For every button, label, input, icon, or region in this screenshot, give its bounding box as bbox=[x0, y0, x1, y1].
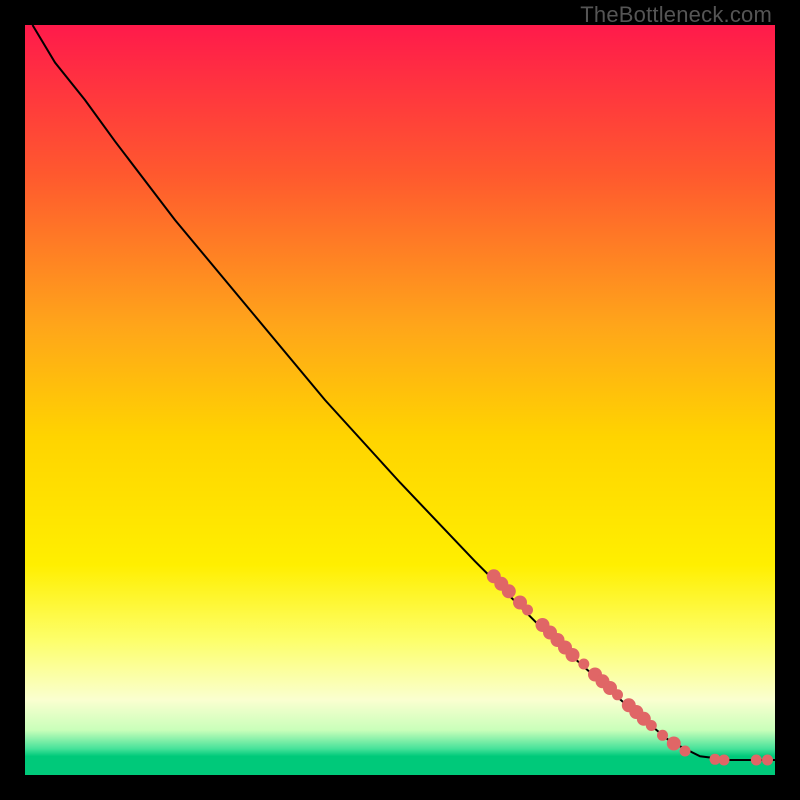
data-marker bbox=[566, 648, 580, 662]
data-marker bbox=[680, 746, 691, 757]
data-marker bbox=[578, 659, 589, 670]
data-marker bbox=[667, 737, 681, 751]
data-marker bbox=[657, 730, 668, 741]
data-marker bbox=[762, 755, 773, 766]
data-marker bbox=[646, 720, 657, 731]
data-marker bbox=[522, 605, 533, 616]
data-marker bbox=[751, 755, 762, 766]
chart-background bbox=[25, 25, 775, 775]
data-marker bbox=[502, 584, 516, 598]
chart-frame bbox=[25, 25, 775, 775]
data-marker bbox=[612, 689, 623, 700]
chart-svg bbox=[25, 25, 775, 775]
data-marker bbox=[719, 755, 730, 766]
